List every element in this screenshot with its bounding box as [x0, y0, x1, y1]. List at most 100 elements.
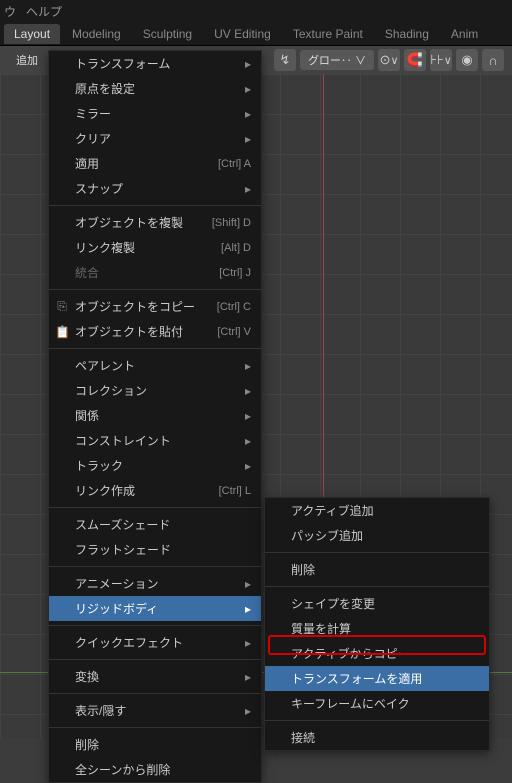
menu-item[interactable]: 📋オブジェクトを貼付[Ctrl] V	[49, 319, 261, 344]
menu-item[interactable]: クイックエフェクト▸	[49, 630, 261, 655]
separator	[49, 507, 261, 508]
separator	[49, 566, 261, 567]
submenu-arrow-icon: ▸	[245, 409, 251, 423]
pivot-point-dropdown[interactable]: ⊙∨	[378, 49, 400, 71]
proportional-edit-toggle[interactable]: ◉	[456, 49, 478, 71]
submenu-arrow-icon: ▸	[245, 636, 251, 650]
menu-item-label: トラック	[75, 457, 123, 474]
menu-item[interactable]: アクティブからコピー	[265, 641, 489, 666]
separator	[49, 727, 261, 728]
menu-item[interactable]: コンストレイント▸	[49, 428, 261, 453]
menu-item-label: 変換	[75, 668, 99, 685]
transform-orientation-dropdown[interactable]: グロー‥ ∨	[300, 50, 374, 70]
shortcut-label: [Ctrl] L	[219, 485, 251, 497]
proportional-falloff-dropdown[interactable]: ∩	[482, 49, 504, 71]
snap-dropdown[interactable]: ⊦⊦∨	[430, 49, 452, 71]
menu-item[interactable]: フラットシェード	[49, 537, 261, 562]
transform-orientation-icon[interactable]: ↯	[274, 49, 296, 71]
shortcut-label: [Ctrl] J	[219, 267, 251, 279]
menu-item-label: オブジェクトを複製	[75, 214, 183, 231]
menu-item[interactable]: 削除	[265, 557, 489, 582]
menu-item-label: アクティブからコピー	[291, 645, 410, 662]
menu-item-label: スナップ	[75, 180, 123, 197]
tab-texture-paint[interactable]: Texture Paint	[283, 24, 373, 44]
separator	[49, 289, 261, 290]
menu-item[interactable]: トラック ▸	[49, 453, 261, 478]
add-menu[interactable]: 追加	[8, 50, 46, 70]
menu-item[interactable]: リジッドボディ▸	[49, 596, 261, 621]
menu-item[interactable]: パッシブ追加	[265, 523, 489, 548]
separator	[265, 720, 489, 721]
menu-item-label: リンク複製	[75, 239, 135, 256]
menu-item[interactable]: クリア ▸	[49, 126, 261, 151]
menu-item-label: 適用	[75, 155, 99, 172]
menu-item[interactable]: コレクション▸	[49, 378, 261, 403]
snap-toggle[interactable]: 🧲	[404, 49, 426, 71]
submenu-arrow-icon: ▸	[245, 459, 251, 473]
menu-item-label: シェイプを変更	[291, 595, 375, 612]
menu-item[interactable]: 表示/隠す ▸	[49, 698, 261, 723]
submenu-arrow-icon: ▸	[245, 132, 251, 146]
menu-item[interactable]: 変換 ▸	[49, 664, 261, 689]
menu-item-label: 原点を設定	[75, 80, 135, 97]
menu-item-label: アニメーション	[75, 575, 159, 592]
tab-sculpting[interactable]: Sculpting	[133, 24, 202, 44]
menu-item-label: 質量を計算	[291, 620, 351, 637]
tab-layout[interactable]: Layout	[4, 24, 60, 44]
menu-item[interactable]: アクティブ追加	[265, 498, 489, 523]
separator	[265, 552, 489, 553]
menu-item-label: 削除	[291, 561, 315, 578]
menu-item[interactable]: アニメーション ▸	[49, 571, 261, 596]
menu-item[interactable]: スムーズシェード	[49, 512, 261, 537]
separator	[49, 348, 261, 349]
separator	[49, 625, 261, 626]
menu-item[interactable]: 原点を設定 ▸	[49, 76, 261, 101]
submenu-arrow-icon: ▸	[245, 670, 251, 684]
shortcut-label: [Ctrl] A	[218, 158, 251, 170]
menu-item-label: 関係	[75, 407, 99, 424]
menu-item[interactable]: トランスフォームを適用	[265, 666, 489, 691]
menu-item[interactable]: キーフレームにベイク	[265, 691, 489, 716]
menu-item-label: リジッドボディ	[75, 600, 158, 617]
menu-item-label: ミラー	[75, 105, 111, 122]
submenu-arrow-icon: ▸	[245, 704, 251, 718]
tab-shading[interactable]: Shading	[375, 24, 439, 44]
shortcut-label: [Alt] D	[221, 242, 251, 254]
menu-item-label: トランスフォーム	[75, 55, 170, 72]
menu-item[interactable]: リンク作成[Ctrl] L	[49, 478, 261, 503]
menu-item[interactable]: 全シーンから削除	[49, 757, 261, 782]
menu-item[interactable]: 適用 [Ctrl] A	[49, 151, 261, 176]
menu-view[interactable]: ウ	[4, 3, 16, 20]
menu-item[interactable]: ⎘オブジェクトをコピー[Ctrl] C	[49, 294, 261, 319]
menu-item-label: アクティブ追加	[291, 502, 374, 519]
menu-item[interactable]: ミラー▸	[49, 101, 261, 126]
menu-help[interactable]: ヘルプ	[26, 3, 62, 20]
submenu-arrow-icon: ▸	[245, 57, 251, 71]
menu-item[interactable]: ペアレント▸	[49, 353, 261, 378]
menu-item[interactable]: リンク複製 [Alt] D	[49, 235, 261, 260]
menu-item-label: 表示/隠す	[75, 702, 126, 719]
menu-item-label: トランスフォームを適用	[291, 670, 422, 687]
menu-item-label: クリア	[75, 130, 111, 147]
menu-item-label: キーフレームにベイク	[291, 695, 410, 712]
menu-item[interactable]: スナップ▸	[49, 176, 261, 201]
menu-item[interactable]: 関係 ▸	[49, 403, 261, 428]
submenu-arrow-icon: ▸	[245, 577, 251, 591]
tab-uv-editing[interactable]: UV Editing	[204, 24, 281, 44]
menu-item-label: フラットシェード	[75, 541, 171, 558]
menu-item-label: オブジェクトを貼付	[75, 323, 183, 340]
submenu-arrow-icon: ▸	[245, 384, 251, 398]
tab-modeling[interactable]: Modeling	[62, 24, 131, 44]
menu-item-label: 統合	[75, 264, 99, 281]
separator	[49, 659, 261, 660]
menu-item-icon: 📋	[55, 325, 69, 339]
menu-item-icon: ⎘	[55, 299, 69, 314]
submenu-arrow-icon: ▸	[245, 82, 251, 96]
menu-item[interactable]: シェイプを変更	[265, 591, 489, 616]
menu-item[interactable]: トランスフォーム ▸	[49, 51, 261, 76]
menu-item[interactable]: 質量を計算	[265, 616, 489, 641]
tab-anim[interactable]: Anim	[441, 24, 488, 44]
menu-item[interactable]: オブジェクトを複製[Shift] D	[49, 210, 261, 235]
menu-item[interactable]: 削除	[49, 732, 261, 757]
menu-item-label: ペアレント	[75, 357, 135, 374]
